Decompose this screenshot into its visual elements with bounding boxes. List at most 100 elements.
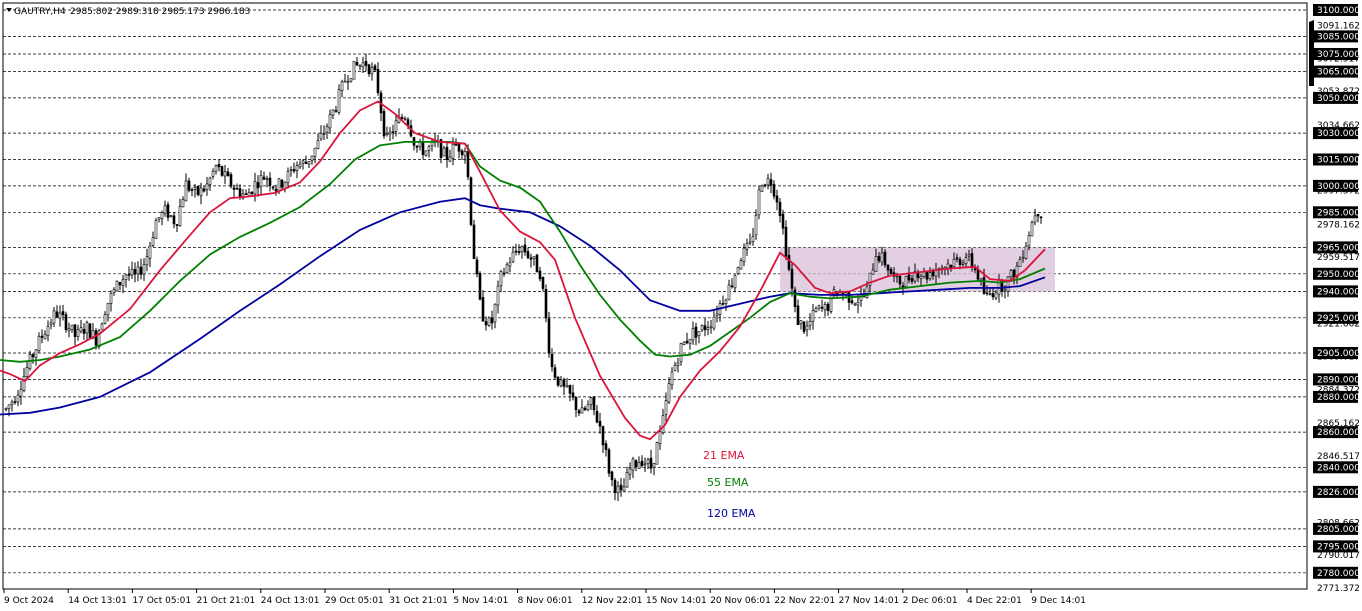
candle bbox=[670, 367, 674, 390]
candle bbox=[325, 123, 329, 139]
candle bbox=[64, 311, 68, 333]
price-chart[interactable]: GAUTRY,H4 2985.802 2989.318 2985.173 298… bbox=[0, 0, 1362, 611]
candle bbox=[157, 217, 161, 223]
candle bbox=[709, 320, 713, 334]
candle bbox=[652, 462, 656, 476]
candle bbox=[283, 181, 287, 193]
candle bbox=[133, 262, 137, 283]
candle bbox=[460, 148, 464, 160]
candle bbox=[1036, 214, 1040, 223]
candle bbox=[778, 198, 782, 223]
candle bbox=[724, 298, 728, 311]
candle bbox=[16, 390, 20, 407]
candle bbox=[178, 198, 182, 227]
candle bbox=[382, 108, 386, 139]
candle bbox=[340, 79, 344, 98]
candle bbox=[76, 324, 80, 341]
price-level-label: 2890.000 bbox=[1317, 375, 1360, 385]
candle bbox=[643, 457, 647, 473]
price-level-label: 2965.000 bbox=[1317, 243, 1360, 253]
time-tick-label: 14 Oct 13:01 bbox=[68, 596, 127, 606]
candle bbox=[322, 125, 326, 141]
candle bbox=[742, 243, 746, 267]
candle bbox=[118, 281, 122, 291]
candle bbox=[826, 301, 830, 316]
candle bbox=[811, 304, 815, 330]
candle bbox=[343, 73, 347, 83]
candle bbox=[172, 212, 176, 229]
candle bbox=[598, 412, 602, 434]
candle bbox=[334, 105, 338, 113]
candle bbox=[814, 306, 818, 313]
candle bbox=[100, 322, 104, 331]
price-level-label: 3085.000 bbox=[1317, 32, 1360, 42]
candle bbox=[595, 405, 599, 424]
candle bbox=[634, 459, 638, 472]
candle bbox=[79, 319, 83, 334]
candle bbox=[736, 266, 740, 276]
candle bbox=[295, 161, 299, 179]
candle bbox=[616, 481, 620, 501]
time-tick-label: 9 Dec 14:01 bbox=[1031, 596, 1086, 606]
candle bbox=[136, 261, 140, 282]
time-tick-label: 29 Oct 05:01 bbox=[325, 596, 384, 606]
candle bbox=[571, 384, 575, 401]
candle bbox=[526, 247, 530, 260]
time-tick-label: 15 Nov 14:01 bbox=[646, 596, 707, 606]
candle bbox=[553, 364, 557, 380]
price-axis[interactable]: 3091.1623072.5173053.8723034.6623016.017… bbox=[1313, 4, 1360, 594]
price-level-label: 2880.000 bbox=[1317, 393, 1360, 403]
candle bbox=[532, 256, 536, 266]
candle bbox=[817, 304, 821, 311]
candle bbox=[370, 62, 374, 81]
candle bbox=[622, 478, 626, 492]
candle bbox=[568, 384, 572, 402]
candle bbox=[481, 290, 485, 322]
price-level-label: 3050.000 bbox=[1317, 94, 1360, 104]
candle bbox=[229, 172, 233, 189]
candle bbox=[73, 324, 77, 346]
price-level-label: 3000.000 bbox=[1317, 182, 1360, 192]
candle bbox=[739, 257, 743, 270]
candle bbox=[217, 159, 221, 172]
time-axis[interactable]: 9 Oct 2024 14 Oct 13:01 17 Oct 05:01 21 Oct… bbox=[3, 589, 1086, 606]
candle bbox=[412, 136, 416, 151]
candle bbox=[43, 330, 47, 340]
candle bbox=[463, 147, 467, 164]
candle bbox=[730, 278, 734, 289]
ohlc-values: 2985.802 2989.318 2985.173 2986.183 bbox=[70, 7, 250, 17]
candle bbox=[304, 155, 308, 165]
candle bbox=[280, 178, 284, 191]
candle bbox=[148, 242, 152, 267]
candle bbox=[274, 184, 278, 196]
candle bbox=[190, 187, 194, 197]
time-tick-label: 17 Oct 05:01 bbox=[132, 596, 191, 606]
price-level-label: 2860.000 bbox=[1317, 428, 1360, 438]
price-level-label: 3100.000 bbox=[1317, 6, 1360, 16]
candle bbox=[424, 150, 428, 157]
candle bbox=[403, 116, 407, 121]
candle bbox=[562, 377, 566, 396]
candle bbox=[718, 300, 722, 322]
candle bbox=[316, 133, 320, 150]
candle bbox=[259, 170, 263, 195]
candle bbox=[187, 177, 191, 193]
time-tick-label: 24 Oct 13:01 bbox=[261, 596, 320, 606]
candle bbox=[34, 349, 38, 366]
candle bbox=[253, 172, 257, 202]
candle bbox=[514, 243, 518, 256]
candle bbox=[544, 284, 548, 323]
candle bbox=[271, 185, 275, 191]
candle bbox=[637, 456, 641, 469]
dropdown-triangle-icon[interactable] bbox=[6, 8, 12, 12]
candle bbox=[427, 144, 431, 158]
candle bbox=[88, 323, 92, 339]
candle bbox=[667, 377, 671, 404]
candle bbox=[154, 217, 158, 239]
candle bbox=[712, 310, 716, 331]
candle bbox=[706, 320, 710, 336]
candle bbox=[205, 176, 209, 196]
candle bbox=[40, 329, 44, 344]
time-tick-label: 5 Nov 14:01 bbox=[453, 596, 508, 606]
candle bbox=[580, 399, 584, 414]
